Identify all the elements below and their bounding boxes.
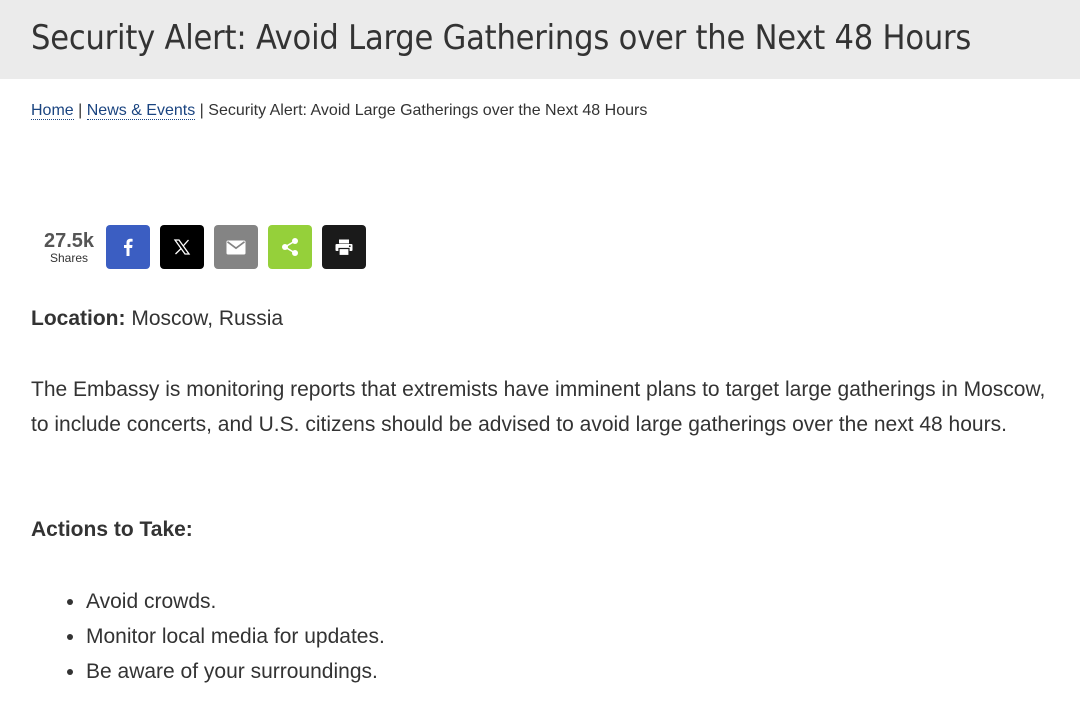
title-bar: Security Alert: Avoid Large Gatherings o…	[0, 0, 1080, 79]
share-count-label: Shares	[49, 251, 89, 265]
email-share-button[interactable]	[214, 225, 258, 269]
breadcrumb-separator: |	[195, 102, 209, 119]
breadcrumb-news-link[interactable]: News & Events	[86, 102, 196, 120]
list-item: Be aware of your surroundings.	[86, 654, 385, 689]
share-button[interactable]	[268, 225, 312, 269]
share-count-number: 27.5k	[43, 230, 95, 252]
print-icon	[335, 239, 353, 256]
page-title: Security Alert: Avoid Large Gatherings o…	[31, 18, 972, 58]
facebook-share-button[interactable]	[106, 225, 150, 269]
breadcrumb-current: Security Alert: Avoid Large Gatherings o…	[208, 102, 648, 119]
facebook-icon	[123, 238, 133, 256]
email-icon	[226, 240, 246, 255]
breadcrumb-separator: |	[73, 102, 87, 119]
location-label: Location:	[31, 307, 126, 330]
breadcrumb-home-link[interactable]: Home	[31, 102, 74, 120]
x-share-button[interactable]	[160, 225, 204, 269]
x-icon	[173, 238, 191, 256]
share-icon	[280, 237, 300, 257]
list-item: Monitor local media for updates.	[86, 619, 385, 654]
breadcrumb: Home | News & Events | Security Alert: A…	[31, 100, 647, 122]
alert-paragraph: The Embassy is monitoring reports that e…	[31, 378, 1046, 436]
print-button[interactable]	[322, 225, 366, 269]
share-bar: 27.5k Shares	[38, 225, 376, 269]
actions-list: Avoid crowds. Monitor local media for up…	[31, 584, 385, 689]
location-value: Moscow, Russia	[125, 307, 284, 330]
list-item: Avoid crowds.	[86, 584, 385, 619]
actions-heading: Actions to Take:	[31, 518, 193, 541]
share-count: 27.5k Shares	[38, 230, 100, 264]
location-line: Location: Moscow, Russia	[31, 305, 283, 333]
